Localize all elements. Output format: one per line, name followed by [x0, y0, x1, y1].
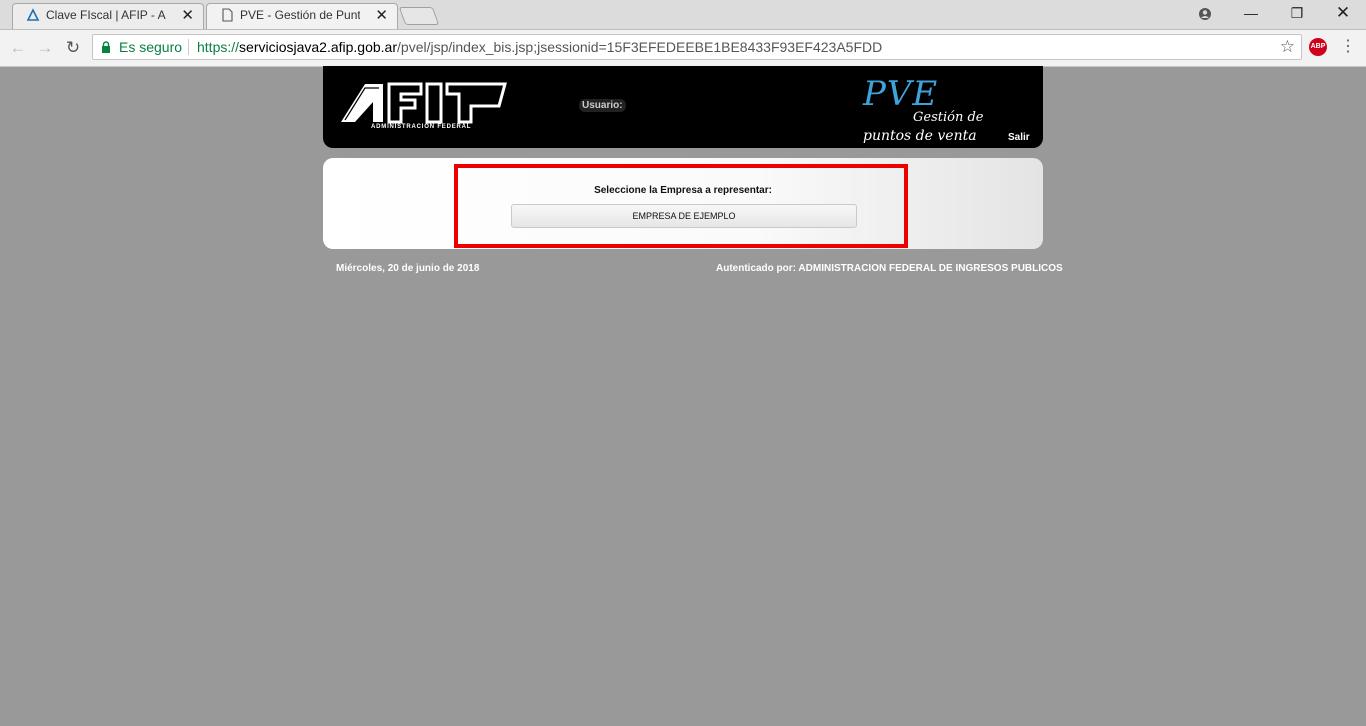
url-host: serviciosjava2.afip.gob.ar: [239, 39, 398, 55]
close-window-icon[interactable]: ✕: [1320, 0, 1366, 28]
empresa-button[interactable]: EMPRESA DE EJEMPLO: [511, 204, 857, 228]
tab-clave-fiscal[interactable]: Clave FIscal | AFIP - Admi ✕: [12, 3, 204, 29]
authenticated-by: Autenticado por: ADMINISTRACION FEDERAL …: [716, 263, 1063, 274]
pve-subtitle-line2: puntos de venta: [863, 128, 977, 144]
pve-subtitle-line1: Gestión de: [913, 110, 984, 125]
restore-icon[interactable]: ❐: [1274, 0, 1320, 28]
afip-favicon-icon: [26, 8, 40, 21]
afip-header: ADMINISTRACION FEDERAL Usuario: PVE Gest…: [323, 66, 1043, 148]
browser-tab-strip: Clave FIscal | AFIP - Admi ✕ PVE - Gesti…: [0, 0, 1366, 30]
select-empresa-prompt: Seleccione la Empresa a representar:: [0, 185, 1366, 196]
tab-title: PVE - Gestión de Puntos d: [240, 8, 360, 22]
usuario-label: Usuario:: [579, 99, 626, 112]
minimize-icon[interactable]: —: [1228, 0, 1274, 28]
pve-title: PVE: [863, 74, 939, 114]
current-date: Miércoles, 20 de junio de 2018: [336, 263, 480, 274]
divider: [188, 39, 189, 55]
new-tab-button[interactable]: [398, 7, 440, 25]
forward-icon[interactable]: →: [34, 37, 56, 59]
afip-logo-subtitle: ADMINISTRACION FEDERAL: [371, 124, 472, 130]
lock-icon: [102, 41, 110, 53]
bookmark-star-icon[interactable]: ☆: [1280, 37, 1295, 57]
auth-prefix: Autenticado por:: [716, 263, 796, 274]
auth-entity: ADMINISTRACION FEDERAL DE INGRESOS PUBLI…: [798, 263, 1063, 274]
tab-title: Clave FIscal | AFIP - Admi: [46, 8, 166, 22]
prompt-text: Seleccione la Empresa a representar:: [594, 185, 772, 196]
adblock-plus-icon[interactable]: ABP: [1309, 38, 1327, 56]
url-path: /pvel/jsp/index_bis.jsp;jsessionid=15F3E…: [397, 39, 883, 55]
close-tab-icon[interactable]: ✕: [181, 6, 194, 24]
url-text[interactable]: https://serviciosjava2.afip.gob.ar/pvel/…: [197, 39, 882, 55]
menu-icon[interactable]: ⋮: [1340, 36, 1356, 58]
salir-link[interactable]: Salir: [1008, 132, 1030, 143]
address-bar[interactable]: Es seguro https://serviciosjava2.afip.go…: [92, 34, 1302, 60]
page-icon: [222, 8, 233, 22]
profile-icon[interactable]: [1182, 0, 1228, 28]
secure-label: Es seguro: [119, 39, 183, 55]
browser-toolbar: ← → ↻ Es seguro https://serviciosjava2.a…: [0, 30, 1366, 67]
back-icon[interactable]: ←: [7, 37, 29, 59]
close-tab-icon[interactable]: ✕: [375, 6, 388, 24]
url-scheme: https://: [197, 39, 240, 55]
reload-icon[interactable]: ↻: [62, 37, 84, 59]
tab-pve[interactable]: PVE - Gestión de Puntos d ✕: [206, 3, 398, 29]
